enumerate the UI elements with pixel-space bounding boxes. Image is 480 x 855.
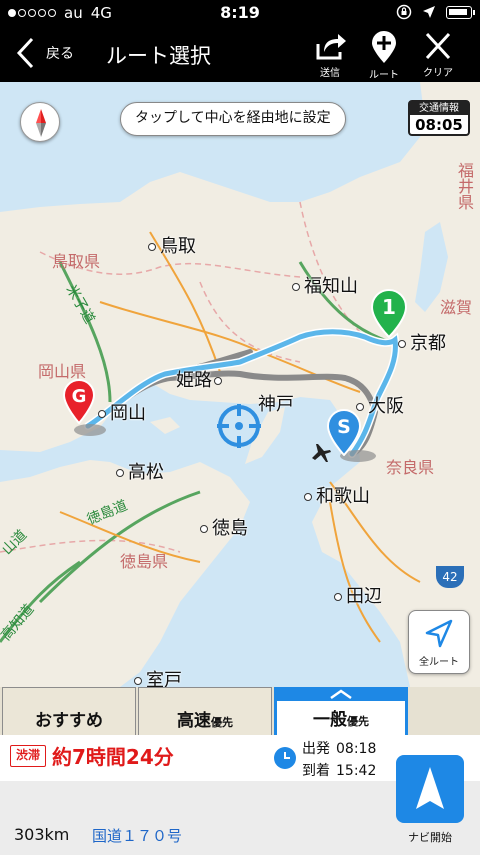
back-button[interactable]: 戻る <box>14 36 74 70</box>
traffic-info-button[interactable]: 交通情報 08:05 <box>408 100 470 136</box>
start-navigation-button[interactable] <box>396 755 464 823</box>
clock-icon <box>274 747 296 769</box>
start-navigation-label: ナビ開始 <box>408 831 452 844</box>
svg-text:G: G <box>72 386 87 407</box>
all-route-label: 全ルート <box>419 657 459 668</box>
all-route-button[interactable]: 全ルート <box>408 610 470 674</box>
prefecture-label: 奈良県 <box>386 458 435 477</box>
map-label: 高松 <box>116 458 164 484</box>
route-type-tabs: おすすめ 高速優先 一般優先 <box>0 687 480 735</box>
compass-icon <box>36 109 46 137</box>
tab-general-priority[interactable]: 一般優先 <box>274 687 408 735</box>
route-label: ルート <box>369 70 399 81</box>
road-number-shield: 42 <box>436 566 464 588</box>
tab-label: 一般 <box>313 710 347 730</box>
prefecture-label: 滋賀 <box>440 298 473 317</box>
map-label: 田辺 <box>334 582 382 608</box>
share-icon <box>316 34 346 60</box>
tab-label: おすすめ <box>35 711 103 731</box>
tab-suffix: 優先 <box>347 715 369 728</box>
route-map[interactable]: 鳥取 福知山 京都 姫路 神戸 大阪 岡山 高松 徳島 和歌山 田辺 室戸 鳥取… <box>0 82 480 687</box>
travel-duration: 約7時間24分 <box>52 745 174 769</box>
back-label: 戻る <box>46 46 74 62</box>
prefecture-label: 福井県 <box>455 162 474 210</box>
traffic-info-label: 交通情報 <box>410 102 468 115</box>
svg-text:1: 1 <box>382 295 396 319</box>
map-label: 和歌山 <box>304 482 370 508</box>
send-label: 送信 <box>320 68 340 79</box>
map-label: 姫路 <box>176 366 222 392</box>
chevron-up-icon <box>330 689 352 700</box>
goal-pin-icon[interactable]: G <box>62 378 96 424</box>
close-icon <box>425 32 451 60</box>
add-route-button[interactable]: ルート <box>356 30 412 81</box>
map-label: 大阪 <box>356 392 404 418</box>
prefecture-label: 鳥取県 <box>52 252 101 271</box>
battery-icon <box>446 5 475 19</box>
tab-recommended[interactable]: おすすめ <box>2 687 136 735</box>
chevron-left-icon <box>16 37 34 69</box>
svg-text:S: S <box>337 416 351 438</box>
set-waypoint-hint[interactable]: タップして中心を経由地に設定 <box>120 102 346 136</box>
map-label: 徳島 <box>200 514 248 540</box>
traffic-info-time: 08:05 <box>415 116 463 134</box>
navigation-bar: 戻る ルート選択 送信 ルート クリア <box>0 26 480 82</box>
map-label: 鳥取 <box>148 232 196 258</box>
prefecture-label: 徳島県 <box>120 552 169 571</box>
clear-button[interactable]: クリア <box>410 30 466 80</box>
tab-suffix: 優先 <box>211 716 233 729</box>
compass-button[interactable] <box>20 102 60 142</box>
rotation-lock-icon <box>396 4 412 20</box>
map-center-crosshair-icon[interactable] <box>217 404 261 448</box>
route-road-name[interactable]: 国道１７０号 <box>92 825 182 846</box>
waypoint-pin-icon[interactable]: 1 <box>370 288 408 338</box>
status-bar: au 4G 8:19 <box>0 0 480 26</box>
start-pin-icon[interactable]: S <box>326 408 362 456</box>
map-label: 室戸 <box>134 666 182 687</box>
tab-label: 高速 <box>177 711 211 731</box>
map-label: 福知山 <box>292 272 358 298</box>
location-arrow-icon <box>423 6 435 18</box>
send-button[interactable]: 送信 <box>302 30 358 80</box>
navigation-arrow-icon <box>416 767 444 809</box>
navigation-arrow-icon <box>425 619 453 648</box>
page-title: ルート選択 <box>106 44 211 68</box>
departure-time: 出発 08:18 <box>302 741 377 757</box>
map-label: 岡山 <box>98 399 146 425</box>
congestion-badge: 渋滞 <box>10 745 46 767</box>
map-label: 神戸 <box>258 394 294 415</box>
arrival-time: 到着 15:42 <box>302 763 377 779</box>
add-waypoint-icon <box>372 31 396 63</box>
clear-label: クリア <box>423 68 453 79</box>
tab-highway-priority[interactable]: 高速優先 <box>138 687 272 735</box>
route-summary-panel: 渋滞 約7時間24分 出発 08:18 到着 15:42 303km 国道１７０号 … <box>0 735 480 855</box>
route-distance: 303km <box>14 825 70 844</box>
